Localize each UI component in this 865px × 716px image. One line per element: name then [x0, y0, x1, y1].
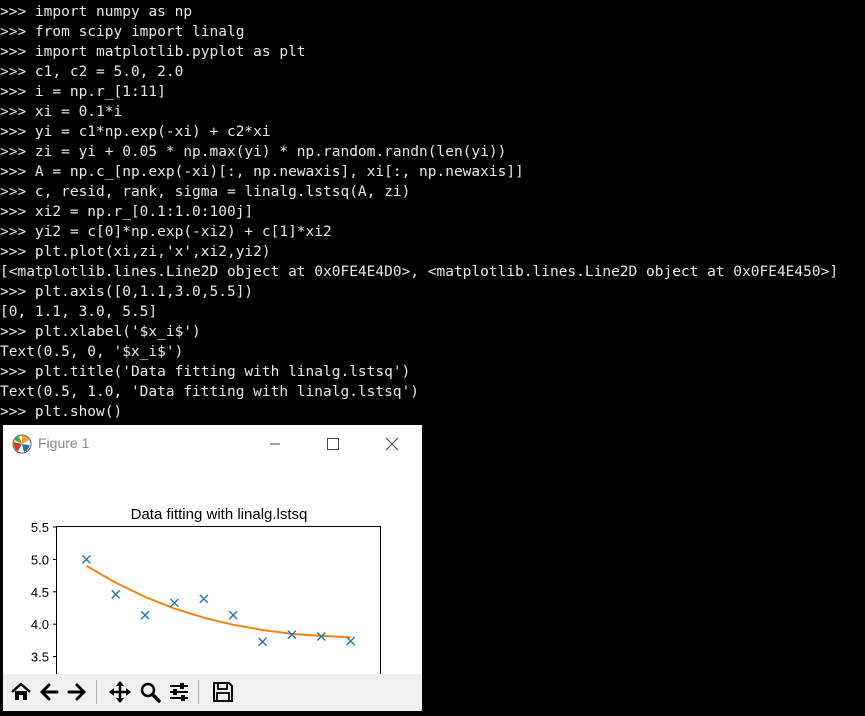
toolbar-separator [96, 680, 97, 704]
forward-icon [67, 683, 86, 701]
window-titlebar[interactable]: Figure 1 [3, 425, 422, 463]
navigation-toolbar [3, 674, 422, 711]
terminal-line: >>> xi2 = np.r_[0.1:1.0:100j] [0, 204, 254, 220]
terminal-line: >>> import numpy as np [0, 4, 193, 20]
chart-title: Data fitting with linalg.lstsq [131, 506, 308, 523]
maximize-icon [327, 438, 339, 450]
chart-svg: Data fitting with linalg.lstsq 0.00.20.4… [31, 506, 381, 674]
terminal-line: >>> import matplotlib.pyplot as plt [0, 44, 306, 60]
terminal-line: [0, 1.1, 3.0, 5.5] [0, 304, 158, 320]
terminal-line: >>> yi2 = c[0]*np.exp(-xi2) + c[1]*xi2 [0, 224, 332, 240]
configure-subplots-button[interactable] [166, 679, 192, 705]
y-tick-label: 5.0 [31, 552, 49, 567]
close-button[interactable] [369, 425, 415, 463]
window-title: Figure 1 [38, 435, 90, 451]
pan-icon [109, 681, 131, 703]
minimize-icon [270, 443, 280, 445]
terminal-output[interactable]: >>> import numpy as np >>> from scipy imp… [0, 0, 865, 425]
terminal-line: >>> plt.plot(xi,zi,'x',xi2,yi2) [0, 244, 271, 260]
terminal-line: >>> plt.title('Data fitting with linalg.… [0, 364, 411, 380]
terminal-line: [<matplotlib.lines.Line2D object at 0x0F… [0, 264, 839, 280]
maximize-button[interactable] [310, 425, 356, 463]
back-icon [40, 683, 59, 701]
minimize-button[interactable] [252, 425, 298, 463]
terminal-line: >>> zi = yi + 0.05 * np.max(yi) * np.ran… [0, 144, 507, 160]
plot-canvas[interactable]: Data fitting with linalg.lstsq 0.00.20.4… [3, 463, 422, 674]
home-button[interactable] [8, 679, 34, 705]
matplotlib-icon [12, 434, 32, 454]
terminal-line: >>> c, resid, rank, sigma = linalg.lstsq… [0, 184, 411, 200]
y-tick-label: 4.5 [31, 585, 49, 600]
figure-window[interactable]: Figure 1 Data fitting with linalg.lstsq … [3, 425, 422, 711]
save-button[interactable] [210, 679, 236, 705]
terminal-line: >>> plt.axis([0,1.1,3.0,5.5]) [0, 284, 254, 300]
terminal-line: Text(0.5, 0, '$x_i$') [0, 344, 184, 360]
zoom-icon [140, 682, 161, 703]
terminal-line: >>> c1, c2 = 5.0, 2.0 [0, 64, 184, 80]
terminal-line: >>> yi = c1*np.exp(-xi) + c2*xi [0, 124, 271, 140]
y-tick-label: 3.5 [31, 650, 49, 665]
plot-axes-frame [56, 526, 381, 674]
y-tick-label: 5.5 [31, 520, 49, 535]
toolbar-separator [198, 680, 199, 704]
home-icon [11, 682, 31, 700]
terminal-line: >>> i = np.r_[1:11] [0, 84, 166, 100]
close-icon [385, 437, 399, 451]
y-tick-label: 4.0 [31, 617, 49, 632]
terminal-line: >>> from scipy import linalg [0, 24, 245, 40]
terminal-line: >>> xi = 0.1*i [0, 104, 123, 120]
forward-button[interactable] [64, 679, 90, 705]
pan-button[interactable] [107, 679, 133, 705]
save-icon [213, 682, 233, 702]
terminal-line: >>> plt.show() [0, 404, 123, 420]
terminal-line: >>> A = np.c_[np.exp(-xi)[:, np.newaxis]… [0, 164, 524, 180]
terminal-line: Text(0.5, 1.0, 'Data fitting with linalg… [0, 384, 420, 400]
zoom-button[interactable] [137, 679, 163, 705]
terminal-line: >>> plt.xlabel('$x_i$') [0, 324, 201, 340]
back-button[interactable] [36, 679, 62, 705]
configure-subplots-icon [170, 683, 188, 701]
